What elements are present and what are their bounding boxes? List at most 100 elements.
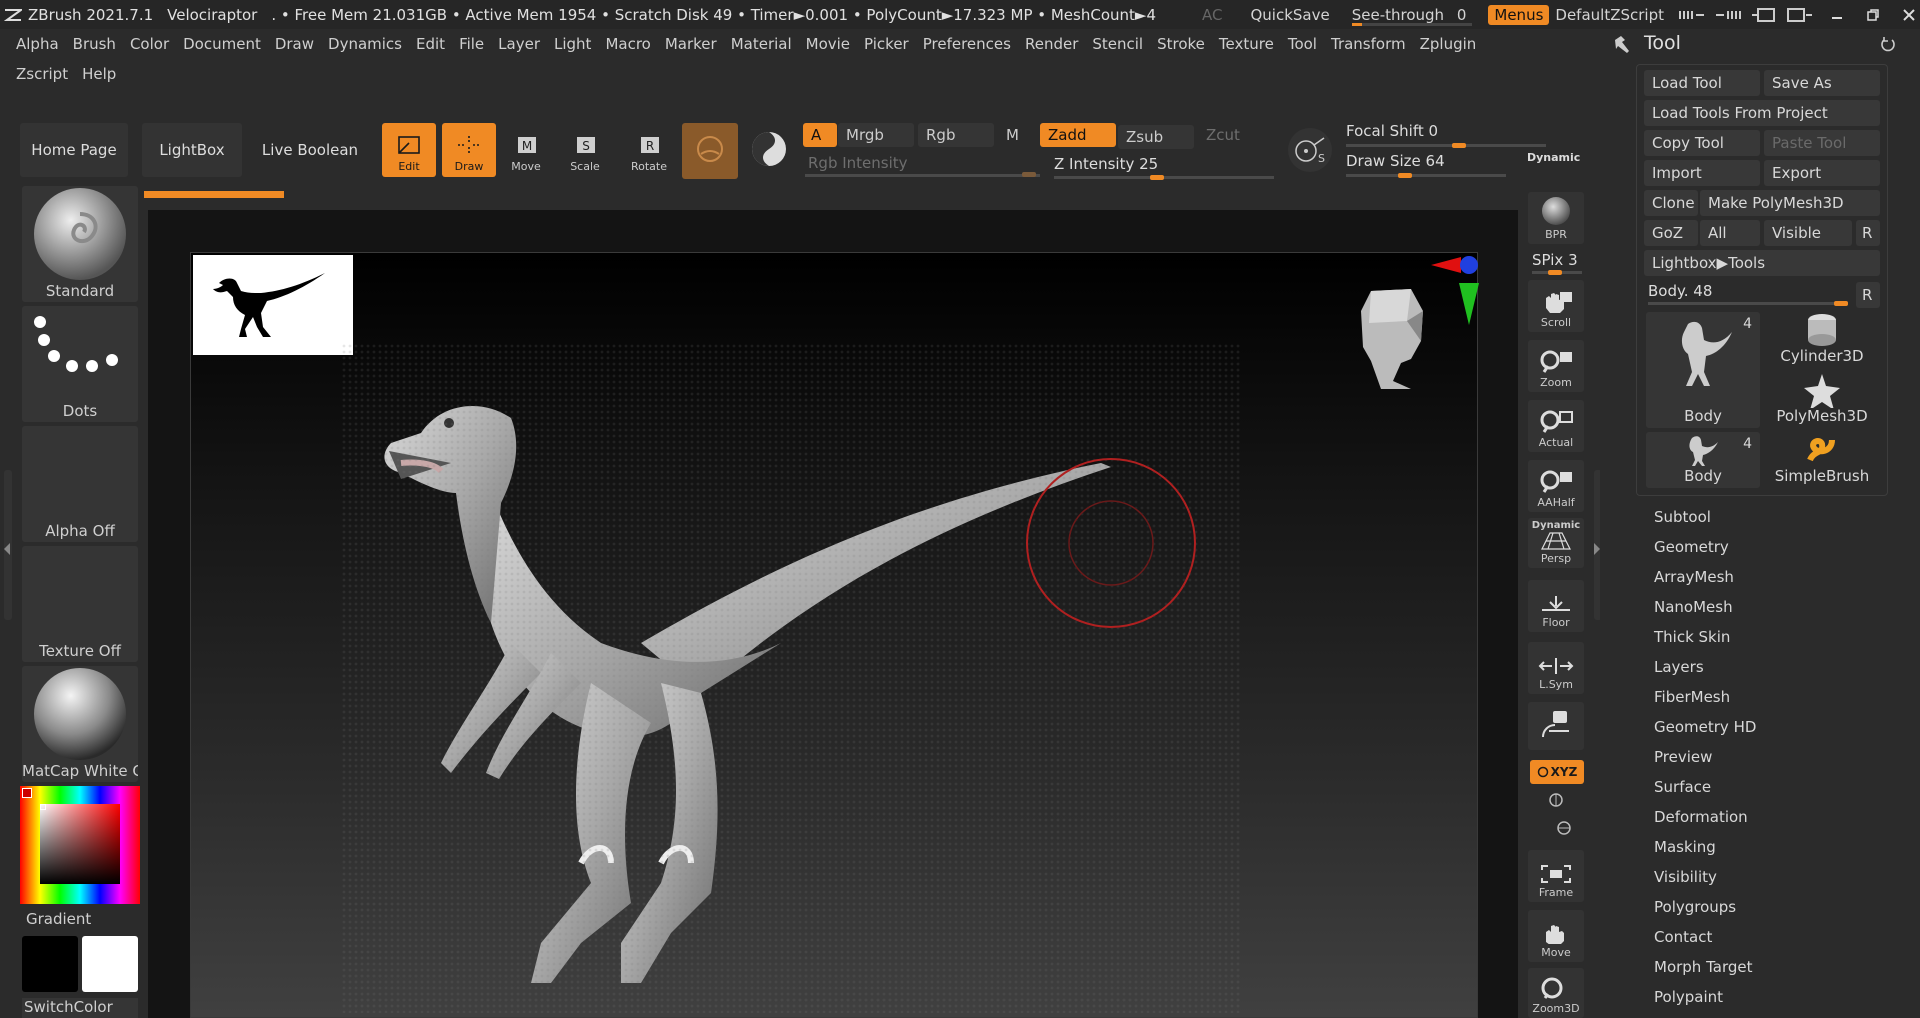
brush-selector[interactable]: Standard (22, 186, 138, 302)
goz-button[interactable]: GoZ (1644, 220, 1698, 246)
spix-slider[interactable]: SPix 3 (1532, 251, 1578, 269)
draw-mode-button[interactable]: Draw (442, 123, 496, 177)
ac-label[interactable]: AC (1202, 6, 1222, 24)
paste-tool-button[interactable]: Paste Tool (1764, 130, 1880, 156)
zadd-toggle[interactable]: Zadd (1040, 123, 1116, 147)
layout-right-icon[interactable] (1786, 7, 1814, 23)
subpalette-geometry[interactable]: Geometry (1654, 538, 1729, 556)
menu-material[interactable]: Material (731, 35, 792, 53)
quicksave-button[interactable]: QuickSave (1250, 6, 1329, 24)
subpalette-preview[interactable]: Preview (1654, 748, 1712, 766)
gradient-toggle[interactable]: Gradient (26, 910, 91, 928)
menu-zscript[interactable]: Zscript (16, 65, 68, 83)
menu-macro[interactable]: Macro (605, 35, 650, 53)
color-cursor[interactable] (40, 804, 46, 810)
import-button[interactable]: Import (1644, 160, 1760, 186)
lightbox-button[interactable]: LightBox (142, 123, 242, 177)
menu-light[interactable]: Light (554, 35, 591, 53)
lazy-mouse-button[interactable]: S (1288, 128, 1332, 172)
menu-texture[interactable]: Texture (1219, 35, 1274, 53)
goz-r-button[interactable]: R (1856, 220, 1880, 246)
left-tray-arrow-icon[interactable] (2, 542, 12, 556)
see-through-knob[interactable] (1351, 22, 1362, 26)
spix-knob[interactable] (1548, 270, 1562, 275)
body-r-button[interactable]: R (1856, 282, 1880, 308)
persp-button[interactable]: Dynamic Persp (1528, 518, 1584, 568)
menu-zplugin[interactable]: Zplugin (1420, 35, 1477, 53)
subpalette-arraymesh[interactable]: ArrayMesh (1654, 568, 1734, 586)
scale-mode-button[interactable]: S Scale (558, 123, 612, 177)
tool-thumb-polymesh3d[interactable]: PolyMesh3D (1764, 372, 1880, 428)
subpalette-layers[interactable]: Layers (1654, 658, 1704, 676)
menu-brush[interactable]: Brush (73, 35, 116, 53)
saturation-square[interactable] (40, 804, 120, 884)
material-selector[interactable]: MatCap White C (22, 666, 138, 782)
body-slider-knob[interactable] (1834, 301, 1848, 306)
menu-file[interactable]: File (459, 35, 484, 53)
menu-movie[interactable]: Movie (806, 35, 850, 53)
subpalette-visibility[interactable]: Visibility (1654, 868, 1717, 886)
export-button[interactable]: Export (1764, 160, 1880, 186)
bpr-button[interactable]: BPR (1528, 192, 1584, 244)
rotate-y-icon[interactable] (1546, 790, 1566, 810)
move-mode-button[interactable]: M Move (499, 123, 553, 177)
subpalette-masking[interactable]: Masking (1654, 838, 1716, 856)
rotate-z-icon[interactable] (1554, 818, 1574, 838)
mrgb-toggle[interactable]: Mrgb (838, 123, 914, 147)
subpalette-fibermesh[interactable]: FiberMesh (1654, 688, 1730, 706)
draw-size-slider[interactable]: Draw Size 64 (1346, 152, 1445, 170)
focal-shift-knob[interactable] (1452, 143, 1466, 148)
menu-help[interactable]: Help (82, 65, 116, 83)
menu-stroke[interactable]: Stroke (1157, 35, 1205, 53)
primary-color-swatch[interactable] (22, 936, 78, 992)
default-zscript[interactable]: DefaultZScript (1555, 6, 1664, 24)
make-polymesh3d-button[interactable]: Make PolyMesh3D (1700, 190, 1880, 216)
menu-picker[interactable]: Picker (864, 35, 909, 53)
zoom-button[interactable]: Zoom (1528, 340, 1584, 392)
restore-icon[interactable] (1866, 8, 1880, 22)
edit-mode-button[interactable]: Edit (382, 123, 436, 177)
gizmo-toggle-button[interactable] (744, 123, 794, 179)
menus-toggle[interactable]: Menus (1488, 4, 1550, 25)
aahalf-button[interactable]: AAHalf (1528, 460, 1584, 512)
subpalette-polypaint[interactable]: Polypaint (1654, 988, 1723, 1006)
see-through-slider[interactable]: See-through 0 (1351, 6, 1472, 26)
z-intensity-knob[interactable] (1150, 175, 1164, 180)
lightbox-tools-button[interactable]: Lightbox▶Tools (1644, 250, 1880, 276)
clone-button[interactable]: Clone (1644, 190, 1698, 216)
goz-all-button[interactable]: All (1700, 220, 1760, 246)
a-toggle[interactable]: A (803, 123, 837, 147)
draw-size-knob[interactable] (1398, 173, 1412, 178)
subpalette-surface[interactable]: Surface (1654, 778, 1711, 796)
scroll-button[interactable]: Scroll (1528, 280, 1584, 332)
menu-preferences[interactable]: Preferences (923, 35, 1011, 53)
zsub-toggle[interactable]: Zsub (1118, 125, 1194, 149)
tray-collapse-icon[interactable] (1678, 8, 1706, 22)
live-boolean-button[interactable]: Live Boolean (256, 123, 364, 177)
z-intensity-slider[interactable]: Z Intensity 25 (1054, 155, 1158, 173)
move-view-button[interactable]: Move (1528, 910, 1584, 962)
rgb-intensity-knob[interactable] (1022, 172, 1036, 177)
menu-dynamics[interactable]: Dynamics (328, 35, 402, 53)
main-color-swatch[interactable] (22, 788, 32, 798)
rotate-mode-button[interactable]: R Rotate (622, 123, 676, 177)
tool-thumb-cylinder3d[interactable]: Cylinder3D (1764, 312, 1880, 368)
m-toggle[interactable]: M (998, 123, 1028, 147)
actual-button[interactable]: Actual (1528, 400, 1584, 452)
subpalette-thick-skin[interactable]: Thick Skin (1654, 628, 1730, 646)
zcut-toggle[interactable]: Zcut (1198, 123, 1268, 147)
xyz-rotation-toggle[interactable]: XYZ (1530, 760, 1584, 784)
rgb-toggle[interactable]: Rgb (918, 123, 994, 147)
menu-layer[interactable]: Layer (498, 35, 540, 53)
subpalette-polygroups[interactable]: Polygroups (1654, 898, 1736, 916)
tray-expand-icon[interactable] (1714, 8, 1742, 22)
sculptris-pro-button[interactable] (682, 123, 738, 179)
zoom3d-button[interactable]: Zoom3D (1528, 968, 1584, 1018)
frame-button[interactable]: Frame (1528, 850, 1584, 902)
color-picker[interactable] (20, 786, 140, 904)
palette-reset-icon[interactable] (1880, 36, 1896, 52)
menu-document[interactable]: Document (183, 35, 261, 53)
subpalette-geometry-hd[interactable]: Geometry HD (1654, 718, 1756, 736)
goz-visible-button[interactable]: Visible (1764, 220, 1852, 246)
local-transform-button[interactable] (1528, 702, 1584, 750)
